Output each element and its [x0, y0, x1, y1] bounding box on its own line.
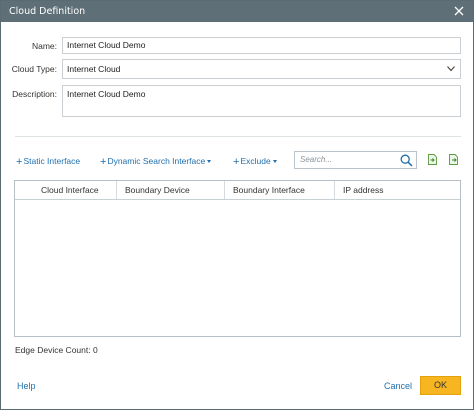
- section-divider: [15, 136, 461, 137]
- static-interface-label: Static Interface: [23, 156, 81, 166]
- caret-down-icon: [207, 160, 212, 163]
- column-header-ip-address[interactable]: IP address: [334, 181, 460, 199]
- chevron-down-icon: [447, 66, 455, 72]
- interface-table: Cloud Interface Boundary Device Boundary…: [14, 180, 461, 337]
- cloud-type-value: Internet Cloud: [67, 64, 121, 74]
- close-icon[interactable]: [451, 3, 467, 19]
- export-icon[interactable]: [448, 154, 459, 165]
- add-dynamic-search-interface-button[interactable]: +Dynamic Search Interface: [100, 156, 212, 168]
- exclude-button[interactable]: +Exclude: [233, 156, 277, 168]
- name-label: Name:: [31, 41, 57, 51]
- cloud-definition-dialog: Cloud Definition Name: Internet Cloud De…: [0, 0, 474, 410]
- column-header-cloud-interface[interactable]: Cloud Interface: [33, 181, 125, 199]
- column-header-boundary-device[interactable]: Boundary Device: [116, 181, 231, 199]
- add-static-interface-button[interactable]: +Static Interface: [16, 156, 80, 168]
- search-input[interactable]: Search...: [294, 151, 417, 169]
- caret-down-icon: [272, 160, 277, 163]
- search-icon[interactable]: [400, 154, 413, 167]
- cancel-button[interactable]: Cancel: [384, 381, 412, 391]
- ok-button[interactable]: OK: [420, 376, 461, 395]
- edge-device-count: Edge Device Count: 0: [15, 345, 98, 355]
- help-link[interactable]: Help: [17, 381, 36, 391]
- description-textarea[interactable]: Internet Cloud Demo: [62, 85, 461, 117]
- dialog-titlebar: Cloud Definition: [1, 1, 473, 22]
- cloud-type-label: Cloud Type:: [11, 64, 57, 74]
- import-icon[interactable]: [427, 154, 438, 165]
- plus-icon: +: [16, 156, 23, 168]
- name-input[interactable]: Internet Cloud Demo: [62, 37, 461, 54]
- plus-icon: +: [233, 156, 240, 168]
- column-header-boundary-interface[interactable]: Boundary Interface: [224, 181, 337, 199]
- description-label: Description:: [12, 89, 57, 99]
- search-placeholder: Search...: [300, 155, 333, 164]
- dynamic-search-interface-label: Dynamic Search Interface: [107, 156, 206, 166]
- dialog-title: Cloud Definition: [9, 6, 86, 17]
- exclude-label: Exclude: [240, 156, 271, 166]
- cloud-type-select[interactable]: Internet Cloud: [62, 59, 461, 79]
- table-header: Cloud Interface Boundary Device Boundary…: [15, 181, 460, 200]
- plus-icon: +: [100, 156, 107, 168]
